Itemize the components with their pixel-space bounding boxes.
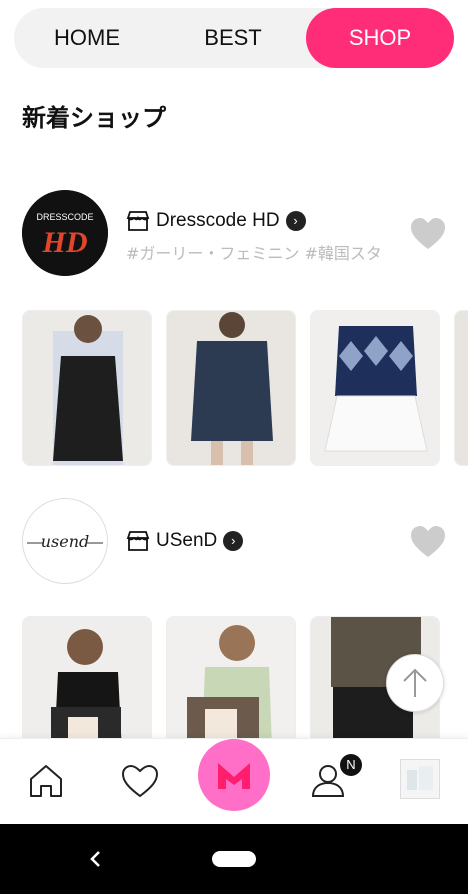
back-icon[interactable]: [86, 849, 106, 869]
notification-badge: N: [340, 754, 362, 776]
shop-name: Dresscode HD: [156, 210, 280, 231]
tab-home[interactable]: HOME: [14, 8, 160, 68]
store-icon: [126, 531, 150, 551]
arrow-up-icon: [403, 668, 427, 697]
center-m-button[interactable]: [198, 739, 270, 811]
system-home-pill[interactable]: [212, 851, 256, 867]
product-thumb[interactable]: [166, 616, 296, 738]
nav-recent-button[interactable]: [400, 759, 440, 799]
store-icon: [126, 211, 150, 231]
heart-outline-icon: [121, 764, 159, 798]
shop-logo-dresscode[interactable]: DRESSCODE HD: [22, 190, 108, 276]
logo-text: usend: [41, 532, 90, 551]
home-icon: [30, 765, 62, 797]
product-thumb[interactable]: [22, 616, 152, 738]
shop-logo-usend[interactable]: usend: [22, 498, 108, 584]
product-thumbnails: [22, 310, 468, 466]
chevron-right-icon: ›: [285, 211, 306, 231]
nav-home-button[interactable]: [24, 759, 68, 803]
shop-name-link[interactable]: USenD ›: [126, 530, 244, 552]
logo-text-big: HD: [42, 226, 88, 259]
product-thumb[interactable]: [166, 310, 296, 466]
bottom-navigation: [0, 738, 468, 825]
top-tab-bar: HOME BEST SHOP: [14, 8, 454, 68]
shop-name: USenD: [156, 530, 218, 551]
usend-logo-icon: usend: [27, 532, 103, 551]
favorite-heart-icon[interactable]: [408, 522, 448, 562]
dresscode-logo-icon: DRESSCODE HD: [22, 190, 108, 276]
shop-name-link[interactable]: Dresscode HD ›: [126, 210, 306, 232]
logo-text-small: DRESSCODE: [36, 212, 93, 222]
m-logo-icon: [218, 763, 250, 789]
tab-shop[interactable]: SHOP: [306, 8, 454, 68]
favorite-heart-icon[interactable]: [408, 214, 448, 254]
section-title: 新着ショップ: [22, 104, 166, 132]
system-navigation-bar: [0, 824, 468, 894]
shop-tags: #ガーリー・フェミニン #韓国スタ: [126, 244, 382, 263]
product-thumb[interactable]: [310, 310, 440, 466]
nav-favorites-button[interactable]: [118, 759, 162, 803]
chevron-right-icon: ›: [223, 531, 244, 551]
scroll-to-top-button[interactable]: [386, 654, 444, 712]
recent-product-thumbnail-icon: [401, 760, 439, 798]
product-thumb[interactable]: [454, 310, 468, 466]
product-thumb[interactable]: [22, 310, 152, 466]
tab-best[interactable]: BEST: [160, 8, 306, 68]
